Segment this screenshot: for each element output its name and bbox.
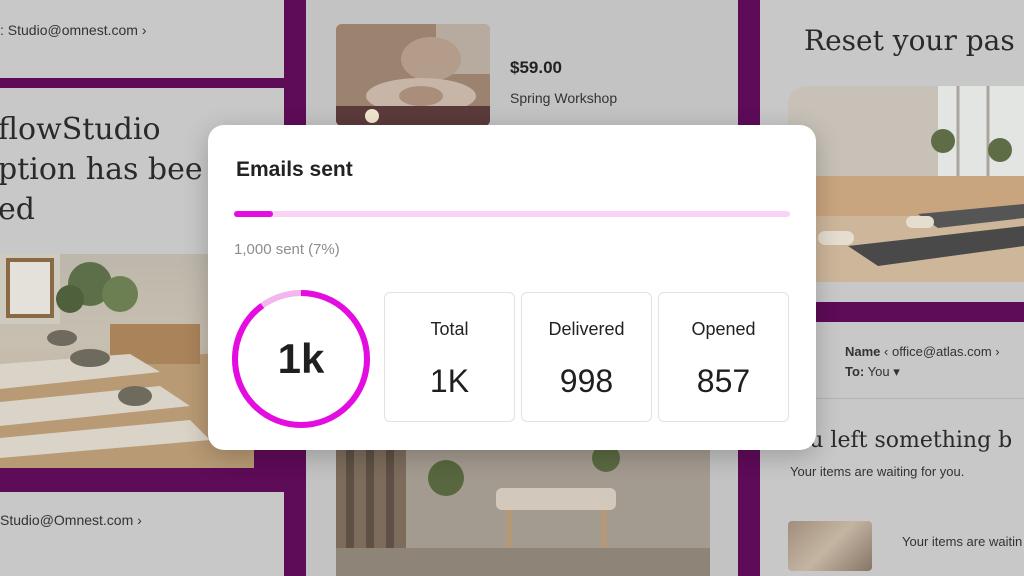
waiting-message: Your items are waiting for you. xyxy=(790,464,965,479)
product-name[interactable]: Spring Workshop xyxy=(510,90,617,106)
to-line: To: You ▾ xyxy=(845,364,900,380)
stat-total-label: Total xyxy=(430,319,469,339)
progress-caption: 1,000 sent (7%) xyxy=(234,241,340,258)
from-line: Name ‹ office@atlas.com › xyxy=(845,344,1000,359)
to-recipient-dropdown[interactable]: You ▾ xyxy=(868,364,900,379)
stat-delivered: Delivered 998 xyxy=(521,292,652,422)
stat-opened: Opened 857 xyxy=(658,292,789,422)
headline-line-1: flowStudio xyxy=(0,112,161,147)
from-name: Name xyxy=(845,344,881,359)
ring-value: 1k xyxy=(277,335,325,382)
sender-address-bottom[interactable]: Studio@Omnest.com › xyxy=(0,512,142,528)
massage-room-photo xyxy=(336,448,710,576)
stat-opened-label: Opened xyxy=(691,319,756,339)
to-label: To: xyxy=(845,364,865,379)
cart-item-thumbnail xyxy=(788,521,872,571)
headline-line-3: ed xyxy=(0,192,35,227)
stat-delivered-label: Delivered xyxy=(548,319,625,339)
sent-count: 1,000 sent xyxy=(234,241,305,258)
sent-percent: (7%) xyxy=(308,241,340,258)
waiting-message-2: Your items are waitin xyxy=(902,534,1023,549)
stat-total-value: 1K xyxy=(429,363,470,399)
stat-opened-value: 857 xyxy=(696,363,751,399)
stat-total: Total 1K xyxy=(384,292,515,422)
headline-line-2: ption has bee xyxy=(0,152,203,187)
send-progress-fill xyxy=(234,211,273,217)
from-email[interactable]: ‹ office@atlas.com › xyxy=(884,344,1000,359)
studio-room-photo xyxy=(788,86,1024,282)
emails-sent-card: Emails sent 1,000 sent (7%) 1k Total 1K D… xyxy=(208,125,816,450)
meditation-photo xyxy=(336,24,490,126)
product-price: $59.00 xyxy=(510,58,562,77)
card-title: Emails sent xyxy=(236,158,353,181)
sender-address[interactable]: : Studio@omnest.com › xyxy=(0,22,147,38)
left-footer-bar: Studio@Omnest.com › xyxy=(0,492,284,576)
left-something-title: ou left something b xyxy=(796,428,1013,453)
send-progress-bar xyxy=(234,211,790,217)
reset-password-title: Reset your pas xyxy=(804,24,1015,57)
left-sender-bar: : Studio@omnest.com › xyxy=(0,0,284,78)
stat-delivered-value: 998 xyxy=(559,363,614,399)
